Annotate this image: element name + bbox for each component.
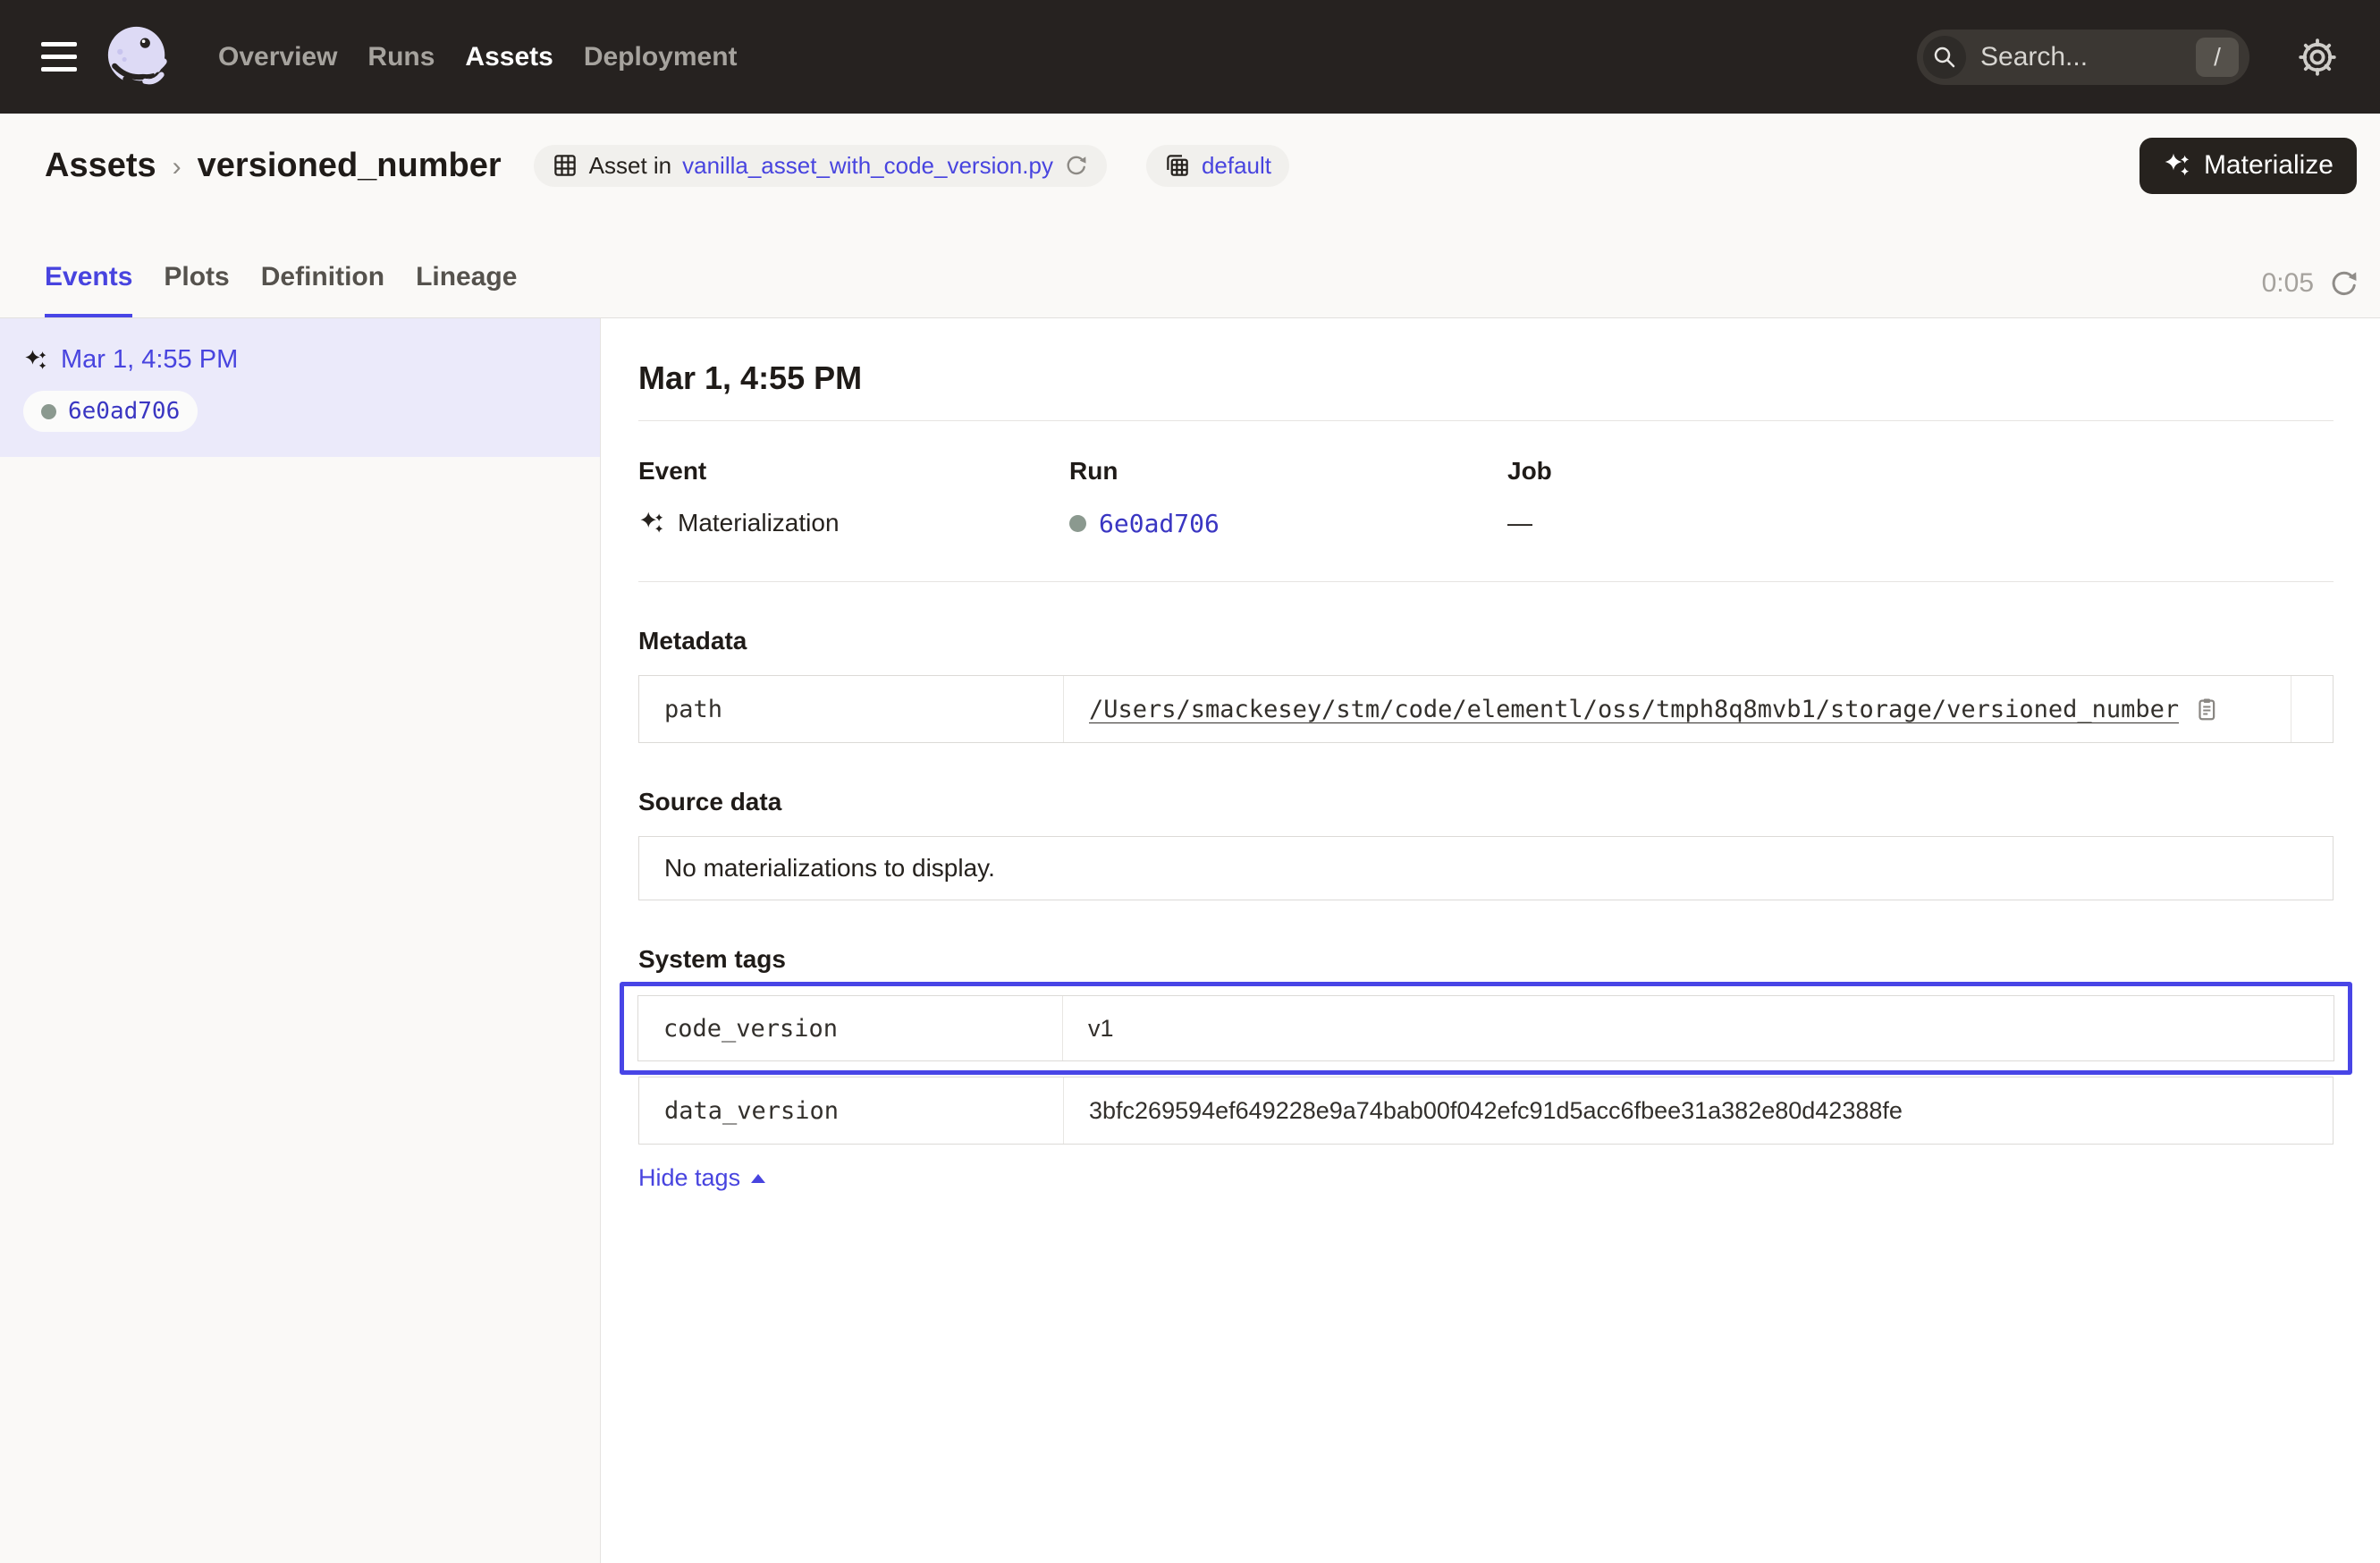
table-row-data-version: data_version 3bfc269594ef649228e9a74bab0…	[638, 1077, 2334, 1145]
search-input[interactable]	[1980, 42, 2182, 72]
tab-bar: Events Plots Definition Lineage 0:05	[0, 217, 2380, 318]
tag-value: v1	[1088, 1015, 1114, 1043]
event-type-value: Materialization	[678, 509, 840, 537]
run-id-pill[interactable]: 6e0ad706	[23, 391, 198, 432]
system-tags-heading: System tags	[638, 945, 2334, 974]
materialization-sparkle-icon	[23, 348, 48, 373]
breadcrumb: Assets › versioned_number	[45, 147, 502, 185]
table-row-path: path /Users/smackesey/stm/code/elementl/…	[638, 675, 2334, 743]
event-list-sidebar: Mar 1, 4:55 PM 6e0ad706	[0, 318, 601, 1563]
run-column-label: Run	[1069, 457, 1507, 486]
run-status-dot	[1069, 515, 1086, 532]
job-column-label: Job	[1507, 457, 2334, 486]
nav-item-assets[interactable]: Assets	[465, 42, 553, 72]
breadcrumb-separator: ›	[173, 152, 181, 182]
primary-nav: Overview Runs Assets Deployment	[218, 42, 738, 72]
event-detail-panel: Mar 1, 4:55 PM Event Materialization Run	[601, 318, 2380, 1563]
tab-lineage[interactable]: Lineage	[416, 262, 517, 317]
event-timestamp-link[interactable]: Mar 1, 4:55 PM	[61, 345, 238, 375]
asset-in-label: Asset in	[589, 152, 672, 180]
metadata-actions-cell	[2291, 676, 2333, 742]
event-detail-title: Mar 1, 4:55 PM	[638, 359, 2334, 397]
tag-key: code_version	[638, 996, 1063, 1060]
table-row-code-version: code_version v1	[637, 995, 2334, 1061]
materialization-sparkle-icon	[638, 510, 665, 536]
asset-definition-badge[interactable]: Asset in vanilla_asset_with_code_version…	[534, 145, 1107, 187]
event-column-label: Event	[638, 457, 1069, 486]
dagster-logo-icon[interactable]	[104, 22, 173, 92]
sparkle-icon	[2163, 151, 2191, 180]
repo-default-badge[interactable]: default	[1146, 145, 1289, 187]
repo-default-link[interactable]: default	[1202, 152, 1271, 180]
run-id-link[interactable]: 6e0ad706	[1099, 509, 1220, 538]
event-summary-columns: Event Materialization Run 6e0ad706	[638, 457, 2334, 538]
run-id-label: 6e0ad706	[68, 398, 180, 425]
tag-key: data_version	[639, 1077, 1064, 1144]
workspace-grid-icon	[1164, 152, 1191, 179]
tab-events[interactable]: Events	[45, 262, 132, 317]
run-status-dot	[41, 404, 56, 419]
source-data-empty-state: No materializations to display.	[638, 836, 2334, 900]
copy-icon[interactable]	[2193, 696, 2220, 722]
job-value: —	[1507, 509, 1532, 537]
highlighted-row-focus-ring: code_version v1	[620, 982, 2352, 1075]
path-value-link[interactable]: /Users/smackesey/stm/code/elementl/oss/t…	[1089, 696, 2179, 723]
settings-gear-icon[interactable]	[2296, 36, 2339, 79]
event-list-item-selected[interactable]: Mar 1, 4:55 PM 6e0ad706	[0, 318, 600, 457]
nav-item-deployment[interactable]: Deployment	[584, 42, 738, 72]
chevron-up-icon	[751, 1174, 765, 1183]
nav-item-overview[interactable]: Overview	[218, 42, 337, 72]
metadata-key: path	[639, 676, 1064, 742]
search-input-container[interactable]: /	[1917, 30, 2249, 85]
tab-definition[interactable]: Definition	[261, 262, 384, 317]
divider	[638, 420, 2334, 421]
materialize-label: Materialize	[2204, 150, 2334, 181]
refresh-timer: 0:05	[2262, 267, 2360, 300]
hide-tags-link[interactable]: Hide tags	[638, 1164, 765, 1192]
tab-plots[interactable]: Plots	[164, 262, 229, 317]
refresh-icon[interactable]	[2328, 267, 2360, 300]
materialize-button[interactable]: Materialize	[2139, 138, 2357, 194]
reload-icon[interactable]	[1064, 153, 1089, 178]
hide-tags-label: Hide tags	[638, 1164, 740, 1192]
grid-icon	[552, 152, 578, 179]
search-shortcut-badge: /	[2196, 38, 2239, 77]
menu-icon[interactable]	[41, 42, 77, 72]
tag-value: 3bfc269594ef649228e9a74bab00f042efc91d5a…	[1089, 1097, 1903, 1125]
breadcrumb-assets-link[interactable]: Assets	[45, 147, 156, 185]
page-header: Assets › versioned_number Asset in vanil…	[0, 114, 2380, 217]
top-nav: Overview Runs Assets Deployment /	[0, 0, 2380, 114]
nav-item-runs[interactable]: Runs	[367, 42, 435, 72]
metadata-heading: Metadata	[638, 627, 2334, 655]
asset-file-link[interactable]: vanilla_asset_with_code_version.py	[682, 152, 1053, 180]
search-icon	[1923, 36, 1966, 79]
refresh-countdown: 0:05	[2262, 268, 2314, 299]
empty-message: No materializations to display.	[664, 854, 995, 883]
page-title: versioned_number	[198, 147, 502, 185]
source-data-heading: Source data	[638, 788, 2334, 816]
metadata-table: path /Users/smackesey/stm/code/elementl/…	[638, 675, 2334, 743]
divider	[638, 581, 2334, 582]
